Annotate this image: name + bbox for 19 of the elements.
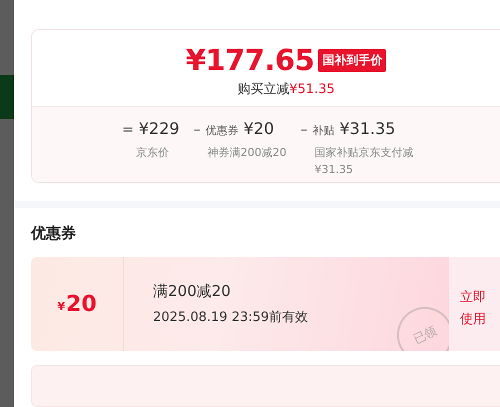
coupon-validity: 2025.08.19 23:59前有效 [153, 309, 310, 326]
operator-sign: – [300, 122, 308, 138]
breakdown-note: 神券满200减20 [206, 145, 286, 161]
coupon-value: ¥20 [31, 257, 124, 351]
breakdown-amount: ¥229 [138, 119, 180, 138]
savings-text: 购买立减¥51.35 [237, 81, 335, 98]
breakdown-amount: ¥20 [243, 119, 274, 138]
use-now-button[interactable]: 立即使用 [449, 257, 500, 351]
coupon-condition: 满200减20 [153, 282, 232, 301]
section-title: 优惠券 [31, 224, 77, 243]
breakdown-label: 补贴 [312, 123, 334, 138]
breakdown-amount: ¥31.35 [339, 119, 396, 138]
final-price: ¥177.65 [186, 42, 314, 78]
breakdown-label: 优惠券 [205, 123, 238, 138]
operator-sign: – [193, 122, 200, 138]
operator-sign: = [122, 122, 134, 138]
breakdown-note: 京东价 [135, 145, 170, 161]
breakdown-note: 国家补贴京东支付减¥31.35 [313, 145, 414, 178]
price-badge: 国补到手价 [318, 48, 386, 72]
